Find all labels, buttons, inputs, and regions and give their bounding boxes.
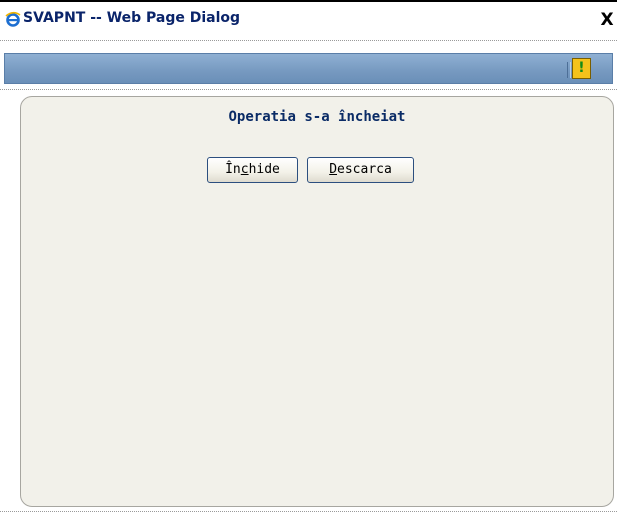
title-bar: SVAPNT -- Web Page Dialog X xyxy=(0,2,617,39)
dialog-toolbar: ! xyxy=(4,53,613,84)
toolbar-divider xyxy=(0,89,617,90)
toolbar-separator xyxy=(567,62,571,78)
status-heading: Operatia s-a încheiat xyxy=(228,109,406,125)
download-button-accel-key: D xyxy=(329,162,338,177)
content-panel: Operatia s-a încheiat Închide Descarca xyxy=(20,96,614,507)
download-button-label-end: escarca xyxy=(337,162,392,177)
close-button-label-start: În xyxy=(225,162,241,177)
download-button[interactable]: Descarca xyxy=(307,157,414,183)
exclamation-glyph: ! xyxy=(578,60,585,76)
window-title: SVAPNT -- Web Page Dialog xyxy=(23,10,241,26)
close-window-button[interactable]: X xyxy=(599,11,615,29)
exclamation-icon[interactable]: ! xyxy=(572,58,591,79)
bottom-divider xyxy=(0,511,617,512)
close-button-label-end: hide xyxy=(248,162,280,177)
close-button-accel-key: c xyxy=(240,162,249,177)
close-button[interactable]: Închide xyxy=(207,157,298,183)
ie-icon xyxy=(5,11,21,27)
title-divider xyxy=(0,40,617,41)
